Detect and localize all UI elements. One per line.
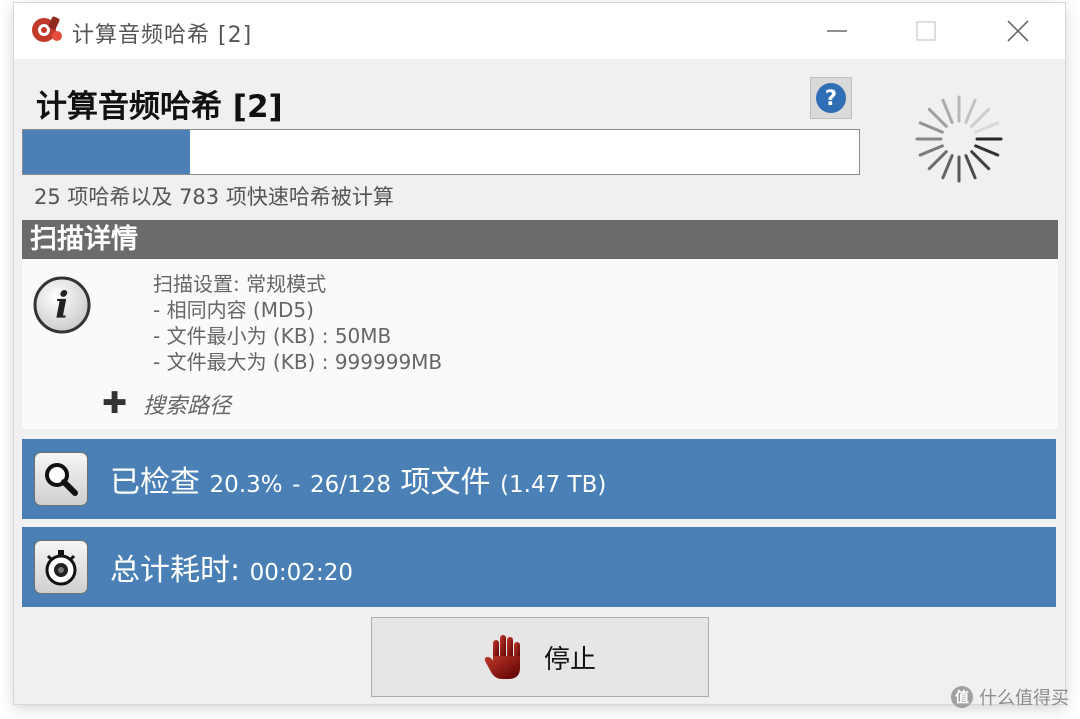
info-icon: i: [33, 276, 91, 334]
help-button[interactable]: ?: [810, 77, 852, 119]
watermark: 值 什么值得买: [951, 684, 1069, 710]
scan-setting-line: - 文件最小为 (KB) : 50MB: [153, 324, 392, 348]
stop-button[interactable]: 停止: [371, 617, 709, 697]
scan-setting-line: - 文件最大为 (KB) : 999999MB: [153, 350, 443, 374]
spinner-spoke: [918, 121, 944, 134]
title-bar: 计算音频哈希 [2]: [14, 3, 1065, 59]
minimize-icon: [827, 30, 847, 32]
question-mark-icon: ?: [816, 83, 846, 113]
spinner-spoke: [970, 107, 991, 128]
busy-spinner-icon: [915, 95, 1003, 183]
search-path-label: 搜索路径: [143, 394, 232, 419]
spinner-spoke: [927, 150, 948, 171]
spinner-spoke: [974, 144, 1000, 157]
progress-status-text: 25 项哈希以及 783 项快速哈希被计算: [34, 185, 394, 209]
stop-hand-icon: [484, 635, 520, 679]
spinner-spoke: [918, 144, 944, 157]
app-window: 计算音频哈希 [2] 计算音频哈希 [2] ? 25 项哈希以及 783 项快速…: [14, 3, 1065, 704]
search-path-toggle[interactable]: ✚ 搜索路径: [102, 388, 231, 420]
stopwatch-button: [34, 540, 88, 594]
stopwatch-icon: [45, 550, 77, 586]
app-logo-icon: [32, 16, 62, 42]
progress-bar: [22, 129, 860, 175]
scan-details-header: 扫描详情: [22, 220, 1058, 259]
spinner-spoke: [964, 98, 977, 124]
spinner-spoke: [964, 154, 977, 180]
close-button[interactable]: [995, 11, 1041, 51]
elapsed-time-text: 总计耗时: 00:02:20: [110, 553, 353, 588]
search-icon: [45, 463, 78, 496]
checked-files-text: 已检查 20.3% - 26/128 项文件 (1.47 TB): [110, 465, 607, 500]
spinner-spoke: [941, 154, 954, 180]
plus-icon: ✚: [102, 386, 128, 421]
maximize-icon: [916, 21, 936, 41]
magnifier-button: [34, 452, 88, 506]
watermark-badge: 值: [951, 686, 973, 708]
dialog-content: 计算音频哈希 [2] ? 25 项哈希以及 783 项快速哈希被计算 扫描详情: [14, 59, 1065, 704]
spinner-spoke: [941, 98, 954, 124]
elapsed-time-bar: 总计耗时: 00:02:20: [22, 527, 1056, 607]
close-icon: [1007, 20, 1029, 42]
scan-details-panel: i 扫描设置: 常规模式 - 相同内容 (MD5) - 文件最小为 (KB) :…: [22, 259, 1058, 429]
progress-fill: [23, 130, 191, 174]
svg-text:i: i: [55, 285, 69, 327]
checked-files-bar: 已检查 20.3% - 26/128 项文件 (1.47 TB): [22, 439, 1056, 519]
minimize-button[interactable]: [814, 11, 860, 51]
page-title: 计算音频哈希 [2]: [36, 89, 283, 125]
window-title: 计算音频哈希 [2]: [72, 23, 253, 48]
scan-mode-line: 扫描设置: 常规模式: [153, 272, 327, 296]
scan-setting-line: - 相同内容 (MD5): [153, 298, 314, 322]
spinner-spoke: [970, 150, 991, 171]
maximize-button[interactable]: [903, 11, 949, 51]
spinner-spoke: [927, 107, 948, 128]
svg-text:?: ?: [825, 86, 837, 110]
scan-settings: 扫描设置: 常规模式 - 相同内容 (MD5) - 文件最小为 (KB) : 5…: [153, 271, 442, 375]
watermark-text: 什么值得买: [979, 688, 1069, 709]
spinner-spoke: [974, 121, 1000, 134]
stop-button-label: 停止: [543, 644, 596, 675]
